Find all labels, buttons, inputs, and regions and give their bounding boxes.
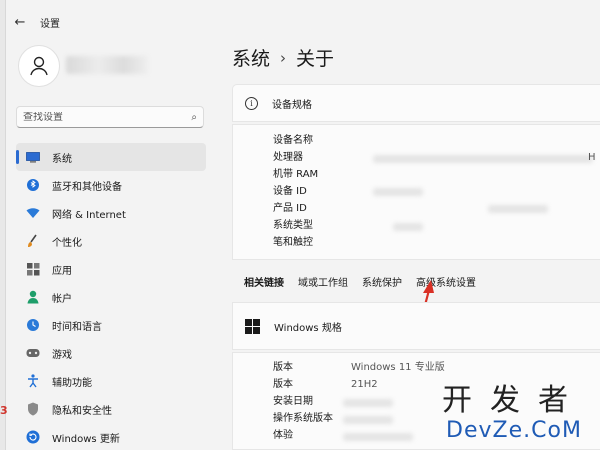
sidebar-item-time-language[interactable]: 时间和语言 xyxy=(16,311,206,339)
sidebar-nav: 系统 蓝牙和其他设备 网络 & Internet 个性化 应用 帐户 时间和语言… xyxy=(16,143,206,450)
spec-label: 版本 xyxy=(273,379,293,390)
related-links-title: 相关链接 xyxy=(244,277,284,289)
wifi-icon xyxy=(26,206,40,220)
link-system-protection[interactable]: 系统保护 xyxy=(362,274,402,289)
user-name-redacted xyxy=(66,56,148,74)
sidebar-item-label: 时间和语言 xyxy=(52,321,102,333)
spec-value: Windows 11 专业版 xyxy=(351,362,445,373)
spec-value: 21H2 xyxy=(351,379,378,390)
spec-label: 笔和触控 xyxy=(273,237,313,248)
search-box[interactable]: ⌕ xyxy=(16,106,204,128)
spec-label: 处理器 xyxy=(273,152,303,163)
info-icon: i xyxy=(245,96,258,110)
person-icon xyxy=(26,290,40,304)
section-title: Windows 规格 xyxy=(274,322,342,334)
sidebar-item-privacy[interactable]: 隐私和安全性 xyxy=(16,395,206,423)
brush-icon xyxy=(26,234,40,248)
arrow-left-icon: ← xyxy=(14,14,26,30)
spec-label: 设备名称 xyxy=(273,135,313,146)
globe-clock-icon xyxy=(26,318,40,332)
settings-window: 3 ← 设置 ⌕ 系统 蓝牙和其他设备 xyxy=(0,0,600,450)
breadcrumb: 系统 › 关于 xyxy=(232,44,334,71)
redacted-value xyxy=(373,188,423,196)
edge-mark: 3 xyxy=(0,404,8,417)
redacted-value xyxy=(343,416,393,424)
redacted-value xyxy=(373,155,593,163)
sidebar-item-accessibility[interactable]: 辅助功能 xyxy=(16,367,206,395)
section-title: 设备规格 xyxy=(272,99,312,111)
sidebar-item-label: 隐私和安全性 xyxy=(52,405,112,417)
avatar[interactable] xyxy=(18,45,60,87)
sidebar-item-label: 网络 & Internet xyxy=(52,209,126,221)
accessibility-icon xyxy=(26,374,40,388)
windows-update-icon xyxy=(26,430,40,444)
sidebar-item-gaming[interactable]: 游戏 xyxy=(16,339,206,367)
sidebar-item-personalization[interactable]: 个性化 xyxy=(16,227,206,255)
spec-label: 体验 xyxy=(273,430,293,441)
sidebar-item-apps[interactable]: 应用 xyxy=(16,255,206,283)
back-button[interactable]: ← xyxy=(10,12,30,32)
sidebar-item-windows-update[interactable]: Windows 更新 xyxy=(16,423,206,450)
search-icon: ⌕ xyxy=(191,111,197,123)
sidebar-item-network[interactable]: 网络 & Internet xyxy=(16,199,206,227)
page-title: 关于 xyxy=(296,48,335,70)
windows-specs-body: 版本 Windows 11 专业版 版本 21H2 安装日期 操作系统版本 体验 xyxy=(232,352,600,450)
device-specs-body: 设备名称 处理器 机带 RAM 设备 ID 产品 ID 系统类型 笔和触控 H xyxy=(232,124,600,260)
monitor-icon xyxy=(26,150,40,164)
sidebar-item-label: 辅助功能 xyxy=(52,377,92,389)
sidebar-item-label: 系统 xyxy=(52,153,72,165)
device-specs-header[interactable]: i 设备规格 xyxy=(232,84,600,122)
sidebar-item-label: 帐户 xyxy=(52,293,72,305)
spec-label: 系统类型 xyxy=(273,220,313,231)
bluetooth-icon xyxy=(26,178,40,192)
redacted-value xyxy=(343,433,413,441)
breadcrumb-separator: › xyxy=(280,48,287,67)
windows-logo-icon xyxy=(245,318,260,334)
spec-label: 版本 xyxy=(273,362,293,373)
sidebar-item-label: 蓝牙和其他设备 xyxy=(52,181,122,193)
spec-label: 产品 ID xyxy=(273,203,307,214)
apps-icon xyxy=(26,262,40,276)
app-title: 设置 xyxy=(40,18,60,30)
redacted-value xyxy=(343,399,393,407)
gamepad-icon xyxy=(26,346,40,360)
sidebar-item-label: 应用 xyxy=(52,265,72,277)
redacted-value xyxy=(488,205,548,213)
sidebar-item-system[interactable]: 系统 xyxy=(16,143,206,171)
sidebar-item-accounts[interactable]: 帐户 xyxy=(16,283,206,311)
shield-icon xyxy=(26,402,40,416)
sidebar-item-bluetooth[interactable]: 蓝牙和其他设备 xyxy=(16,171,206,199)
redacted-value xyxy=(393,223,423,231)
spec-label: 设备 ID xyxy=(273,186,307,197)
spec-label: 操作系统版本 xyxy=(273,413,333,424)
link-domain-workgroup[interactable]: 域或工作组 xyxy=(298,274,348,289)
sidebar-item-label: 个性化 xyxy=(52,237,82,249)
search-input[interactable] xyxy=(23,111,192,123)
sidebar-item-label: Windows 更新 xyxy=(52,433,120,445)
window-edge xyxy=(0,0,6,450)
person-icon xyxy=(30,56,48,76)
sidebar-item-label: 游戏 xyxy=(52,349,72,361)
spec-value-fragment: H xyxy=(588,152,596,163)
windows-specs-header[interactable]: Windows 规格 xyxy=(232,302,600,350)
spec-label: 机带 RAM xyxy=(273,169,319,180)
breadcrumb-parent[interactable]: 系统 xyxy=(232,44,270,71)
spec-label: 安装日期 xyxy=(273,396,313,407)
title-bar: ← 设置 xyxy=(10,10,310,34)
